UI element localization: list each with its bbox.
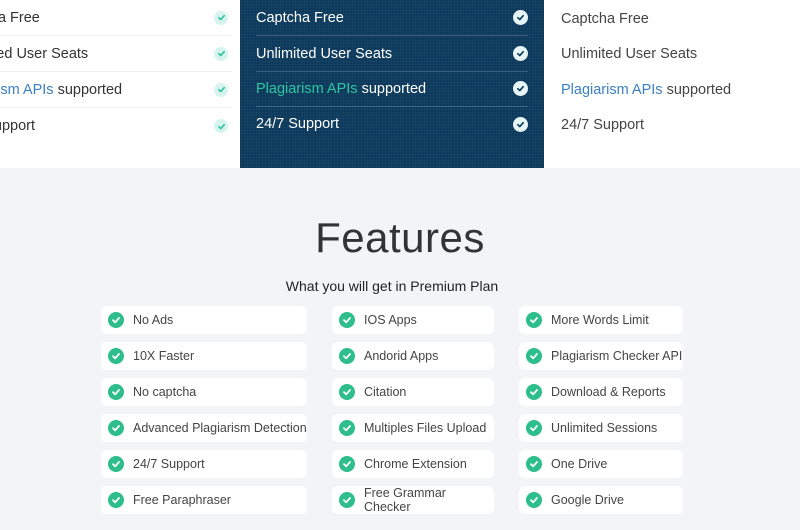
feature-label: Multiples Files Upload [364, 421, 487, 435]
feature-label: No captcha [133, 385, 197, 399]
check-icon [214, 46, 228, 61]
feature-item: 10X Faster [101, 342, 307, 370]
feature-label: 24/7 Support [133, 457, 205, 471]
plan-column-premium: Captcha Free Unlimited User Seats Plagia… [240, 0, 544, 168]
check-circle-icon [108, 348, 124, 364]
plan-feature-label: Captcha Free [561, 11, 649, 27]
check-circle-icon [339, 384, 355, 400]
feature-label: Google Drive [551, 493, 624, 507]
feature-label: More Words Limit [551, 313, 649, 327]
plan-feature-row: Captcha Free [0, 0, 232, 36]
feature-label: Free Paraphraser [133, 493, 231, 507]
check-icon [513, 46, 528, 61]
plan-feature-label: 24/7 Support [256, 116, 340, 132]
feature-item: No Ads [101, 306, 307, 334]
check-circle-icon [108, 456, 124, 472]
feature-label: Advanced Plagiarism Detection [133, 421, 307, 435]
feature-item: More Words Limit [519, 306, 683, 334]
plan-feature-row: Unlimited User Seats [256, 36, 528, 72]
check-icon [513, 10, 528, 25]
check-circle-icon [526, 420, 542, 436]
check-icon [513, 116, 528, 132]
features-heading: Features [315, 214, 485, 261]
feature-item: No captcha [101, 378, 307, 406]
plan-feature-row: Captcha Free [256, 0, 528, 36]
pricing-comparison: Captcha Free Unlimited User Seats Plagia… [0, 0, 800, 168]
plan-feature-row: Unlimited User Seats [561, 36, 800, 72]
feature-item: 24/7 Support [101, 450, 307, 478]
plan-feature-label: 24/7 Support [0, 118, 36, 134]
feature-label: No Ads [133, 313, 174, 327]
features-subtitle: What you will get in Premium Plan [285, 278, 499, 294]
feature-label: Unlimited Sessions [551, 421, 658, 435]
plan-feature-row: Plagiarism APIs supported [0, 72, 232, 108]
plan-feature-label: 24/7 Support [561, 117, 645, 133]
plagiarism-apis-link[interactable]: Plagiarism APIs [256, 81, 358, 97]
check-circle-icon [339, 492, 355, 508]
plagiarism-apis-link[interactable]: Plagiarism APIs [0, 82, 54, 98]
plan-column-right: Captcha Free Unlimited User Seats Plagia… [544, 0, 800, 168]
check-circle-icon [339, 456, 355, 472]
feature-label: One Drive [551, 457, 608, 471]
feature-item: Google Drive [519, 486, 683, 514]
feature-item: One Drive [519, 450, 683, 478]
plan-feature-row: 24/7 Support [256, 106, 528, 142]
plan-feature-row: Plagiarism APIs supported [256, 71, 528, 107]
check-circle-icon [526, 492, 542, 508]
feature-label: IOS Apps [364, 313, 417, 327]
check-circle-icon [526, 456, 542, 472]
feature-item: Multiples Files Upload [332, 414, 494, 442]
feature-item: Free Grammar Checker [332, 486, 494, 514]
plan-feature-label: Captcha Free [0, 9, 40, 26]
check-icon [513, 81, 528, 96]
plan-column-left: Captcha Free Unlimited User Seats Plagia… [0, 0, 240, 168]
plan-feature-row: Unlimited User Seats [0, 36, 232, 72]
plan-feature-label: Unlimited User Seats [0, 45, 89, 62]
check-icon [214, 10, 228, 25]
feature-item: Unlimited Sessions [519, 414, 683, 442]
feature-item: Plagiarism Checker API [519, 342, 683, 370]
feature-label: 10X Faster [133, 349, 195, 363]
feature-label: Andorid Apps [364, 349, 439, 363]
plan-feature-row: Plagiarism APIs supported [561, 72, 800, 108]
feature-item: Free Paraphraser [101, 486, 307, 514]
plan-feature-label: supported [53, 81, 123, 98]
check-icon [214, 119, 228, 133]
check-circle-icon [526, 312, 542, 328]
check-circle-icon [108, 492, 124, 508]
check-circle-icon [108, 312, 124, 328]
check-icon [214, 82, 228, 97]
check-circle-icon [108, 420, 124, 436]
plan-feature-label: supported [662, 82, 732, 98]
check-circle-icon [526, 348, 542, 364]
feature-label: Citation [364, 385, 407, 399]
feature-label: Chrome Extension [364, 457, 467, 471]
feature-item: Citation [332, 378, 494, 406]
plagiarism-apis-link[interactable]: Plagiarism APIs [561, 82, 663, 98]
feature-label: Download & Reports [551, 385, 666, 399]
plan-feature-label: supported [357, 80, 427, 97]
feature-label: Plagiarism Checker API [551, 349, 683, 363]
feature-label: Free Grammar Checker [364, 486, 446, 514]
feature-item: Download & Reports [519, 378, 683, 406]
feature-item: Andorid Apps [332, 342, 494, 370]
feature-item: IOS Apps [332, 306, 494, 334]
check-circle-icon [339, 348, 355, 364]
plan-feature-label: Unlimited User Seats [256, 45, 393, 62]
check-circle-icon [339, 312, 355, 328]
feature-item: Chrome Extension [332, 450, 494, 478]
plan-feature-label: Unlimited User Seats [561, 46, 698, 62]
plan-feature-label: Captcha Free [256, 9, 344, 26]
check-circle-icon [108, 384, 124, 400]
check-circle-icon [526, 384, 542, 400]
feature-item: Advanced Plagiarism Detection [101, 414, 307, 442]
plan-feature-row: 24/7 Support [561, 107, 800, 143]
plan-feature-row: Captcha Free [561, 1, 800, 37]
check-circle-icon [339, 420, 355, 436]
plan-feature-row: 24/7 Support [0, 108, 232, 144]
